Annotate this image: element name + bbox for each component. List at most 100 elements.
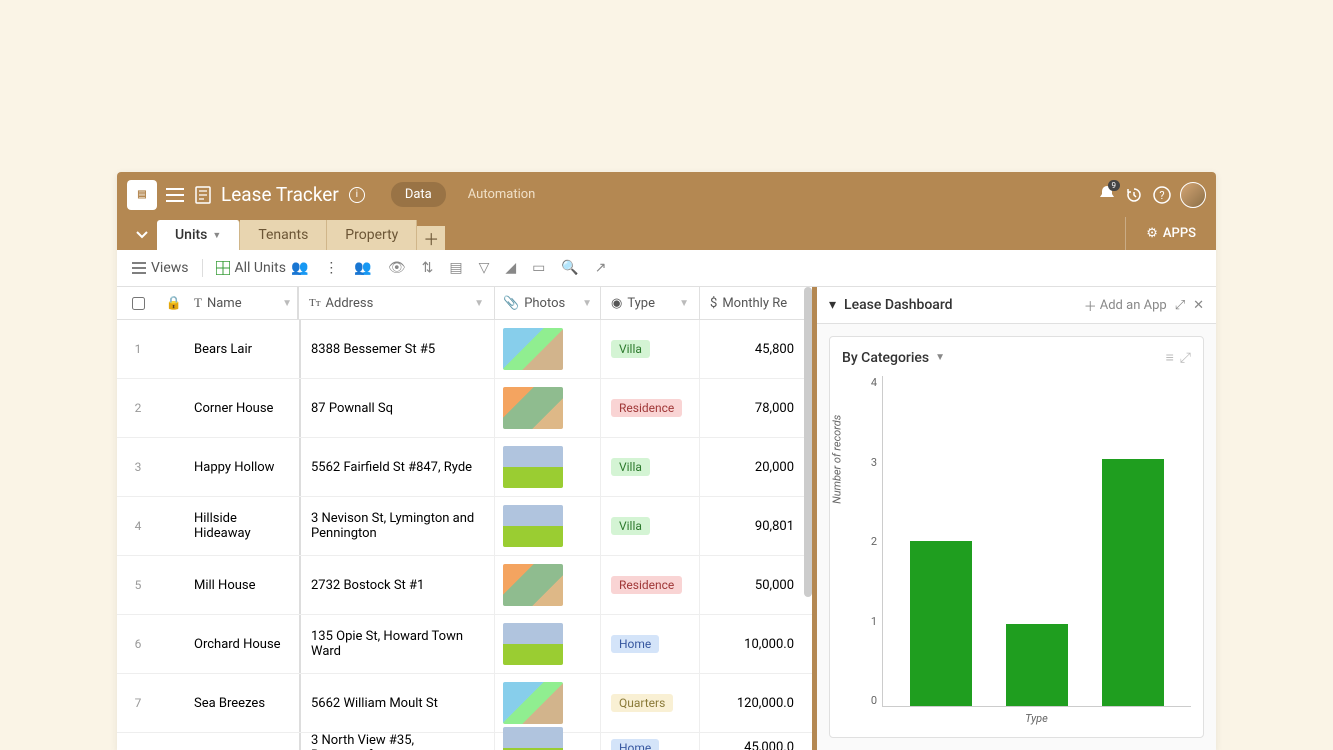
cell-photo[interactable] [494, 556, 600, 614]
views-button[interactable]: Views [129, 257, 192, 279]
table-row[interactable]: 3 Happy Hollow 5562 Fairfield St #847, R… [117, 438, 812, 497]
share-icon[interactable]: 👥 [351, 257, 374, 279]
cell-name[interactable]: Sea Breezes [189, 674, 299, 732]
table-row[interactable]: 1 Bears Lair 8388 Bessemer St #5 Villa 4… [117, 320, 812, 379]
cell-name[interactable] [189, 733, 299, 750]
grid-body[interactable]: 1 Bears Lair 8388 Bessemer St #5 Villa 4… [117, 320, 812, 750]
chart-plot[interactable] [882, 376, 1191, 707]
table-row[interactable]: 3 North View #35, Burmantofts Home 45,00… [117, 733, 812, 750]
cell-photo[interactable] [494, 733, 600, 750]
cell-name[interactable]: Corner House [189, 379, 299, 437]
help-icon[interactable]: ? [1152, 185, 1172, 205]
cell-photo[interactable] [494, 674, 600, 732]
chart-bar[interactable] [1006, 624, 1068, 707]
cell-type[interactable]: Residence [600, 379, 699, 437]
table-row[interactable]: 4 Hillside Hideaway 3 Nevison St, Lyming… [117, 497, 812, 556]
history-icon[interactable] [1124, 185, 1144, 205]
cell-address[interactable]: 135 Opie St, Howard Town Ward [299, 615, 494, 673]
cell-name[interactable]: Happy Hollow [189, 438, 299, 496]
cell-rent[interactable]: 90,801 [699, 497, 804, 555]
hide-icon[interactable]: 👁 [385, 257, 409, 279]
tab-automation[interactable]: Automation [454, 182, 550, 207]
cell-rent[interactable]: 20,000 [699, 438, 804, 496]
select-all-checkbox[interactable] [117, 287, 159, 319]
cell-type[interactable]: Villa [600, 438, 699, 496]
cell-photo[interactable] [494, 379, 600, 437]
chevron-down-icon[interactable]: ▼ [935, 352, 945, 363]
table-row[interactable]: 7 Sea Breezes 5662 William Moult St Quar… [117, 674, 812, 733]
adjust-icon[interactable]: ⇅ [419, 257, 437, 279]
more-icon[interactable]: ⋮ [321, 257, 341, 279]
cell-address[interactable]: 5662 William Moult St [299, 674, 494, 732]
chevron-down-icon[interactable]: ▼ [679, 298, 689, 309]
chevron-down-icon[interactable]: ▼ [582, 298, 592, 309]
apps-button[interactable]: ⚙ APPS [1125, 217, 1216, 250]
cell-name[interactable]: Bears Lair [189, 320, 299, 378]
cell-rent[interactable]: 50,000 [699, 556, 804, 614]
cell-type[interactable]: Quarters [600, 674, 699, 732]
chart-bar[interactable] [1102, 459, 1164, 707]
scrollbar[interactable] [804, 287, 812, 597]
app-logo[interactable]: ▤ [127, 180, 157, 210]
cell-address[interactable]: 3 North View #35, Burmantofts [299, 733, 494, 750]
search-icon[interactable]: 🔍 [558, 257, 581, 279]
expand-icon[interactable]: ⤢ [1175, 298, 1185, 313]
cell-address[interactable]: 3 Nevison St, Lymington and Pennington [299, 497, 494, 555]
filter-icon[interactable]: ▽ [476, 257, 493, 279]
cell-rent[interactable]: 45,800 [699, 320, 804, 378]
cell-rent[interactable]: 120,000.0 [699, 674, 804, 732]
cell-name[interactable]: Hillside Hideaway [189, 497, 299, 555]
table-row[interactable]: 6 Orchard House 135 Opie St, Howard Town… [117, 615, 812, 674]
cell-icon[interactable]: ▭ [529, 257, 548, 279]
cell-photo[interactable] [494, 438, 600, 496]
sheet-tab-property[interactable]: Property [327, 220, 417, 250]
cell-type[interactable]: Home [600, 615, 699, 673]
cell-type[interactable]: Villa [600, 320, 699, 378]
cell-rent[interactable]: 78,000 [699, 379, 804, 437]
chart-menu-icon[interactable]: ≡ [1166, 349, 1174, 366]
cell-name[interactable]: Orchard House [189, 615, 299, 673]
col-header-name[interactable]: T Name ▼ [189, 287, 299, 319]
table-row[interactable]: 2 Corner House 87 Pownall Sq Residence 7… [117, 379, 812, 438]
rows-icon[interactable]: ▤ [446, 257, 465, 279]
hamburger-icon[interactable] [165, 185, 185, 205]
sheet-tab-units[interactable]: Units ▼ [157, 220, 240, 250]
cell-type[interactable]: Villa [600, 497, 699, 555]
cell-address[interactable]: 87 Pownall Sq [299, 379, 494, 437]
chart-bar[interactable] [910, 541, 972, 706]
add-sheet-button[interactable]: ＋ [417, 226, 445, 250]
fill-icon[interactable]: ◢ [502, 257, 519, 279]
chevron-down-icon[interactable]: ▼ [282, 298, 292, 309]
cell-address[interactable]: 8388 Bessemer St #5 [299, 320, 494, 378]
cell-address[interactable]: 5562 Fairfield St #847, Ryde [299, 438, 494, 496]
col-header-rent[interactable]: $ Monthly Re [699, 287, 804, 319]
cell-name[interactable]: Mill House [189, 556, 299, 614]
attachment-icon: 📎 [503, 296, 519, 311]
add-app-button[interactable]: ＋ Add an App [1084, 296, 1167, 315]
cell-rent[interactable]: 45,000.0 [699, 733, 804, 750]
sheet-tab-tenants[interactable]: Tenants [240, 220, 327, 250]
chevron-down-icon[interactable]: ▾ [829, 297, 836, 313]
close-icon[interactable]: ✕ [1193, 298, 1204, 313]
col-header-type[interactable]: ◉ Type ▼ [600, 287, 699, 319]
col-header-photos[interactable]: 📎 Photos ▼ [494, 287, 600, 319]
info-icon[interactable]: i [349, 187, 365, 203]
col-header-address[interactable]: Tт Address ▼ [299, 287, 494, 319]
cell-photo[interactable] [494, 497, 600, 555]
chevron-down-icon[interactable]: ▼ [474, 298, 484, 309]
notifications-icon[interactable]: 9 [1098, 184, 1116, 206]
cell-type[interactable]: Home [600, 733, 699, 750]
sheets-dropdown-icon[interactable] [127, 220, 157, 250]
tab-data[interactable]: Data [391, 182, 446, 207]
table-row[interactable]: 5 Mill House 2732 Bostock St #1 Residenc… [117, 556, 812, 615]
avatar[interactable] [1180, 182, 1206, 208]
chart-expand-icon[interactable]: ⤢ [1180, 350, 1191, 366]
cell-address[interactable]: 2732 Bostock St #1 [299, 556, 494, 614]
all-units-view[interactable]: All Units 👥 [213, 257, 312, 279]
cell-photo[interactable] [494, 615, 600, 673]
cell-type[interactable]: Residence [600, 556, 699, 614]
cell-photo[interactable] [494, 320, 600, 378]
doc-icon[interactable] [193, 185, 213, 205]
export-icon[interactable]: ↗ [592, 257, 610, 279]
cell-rent[interactable]: 10,000.0 [699, 615, 804, 673]
